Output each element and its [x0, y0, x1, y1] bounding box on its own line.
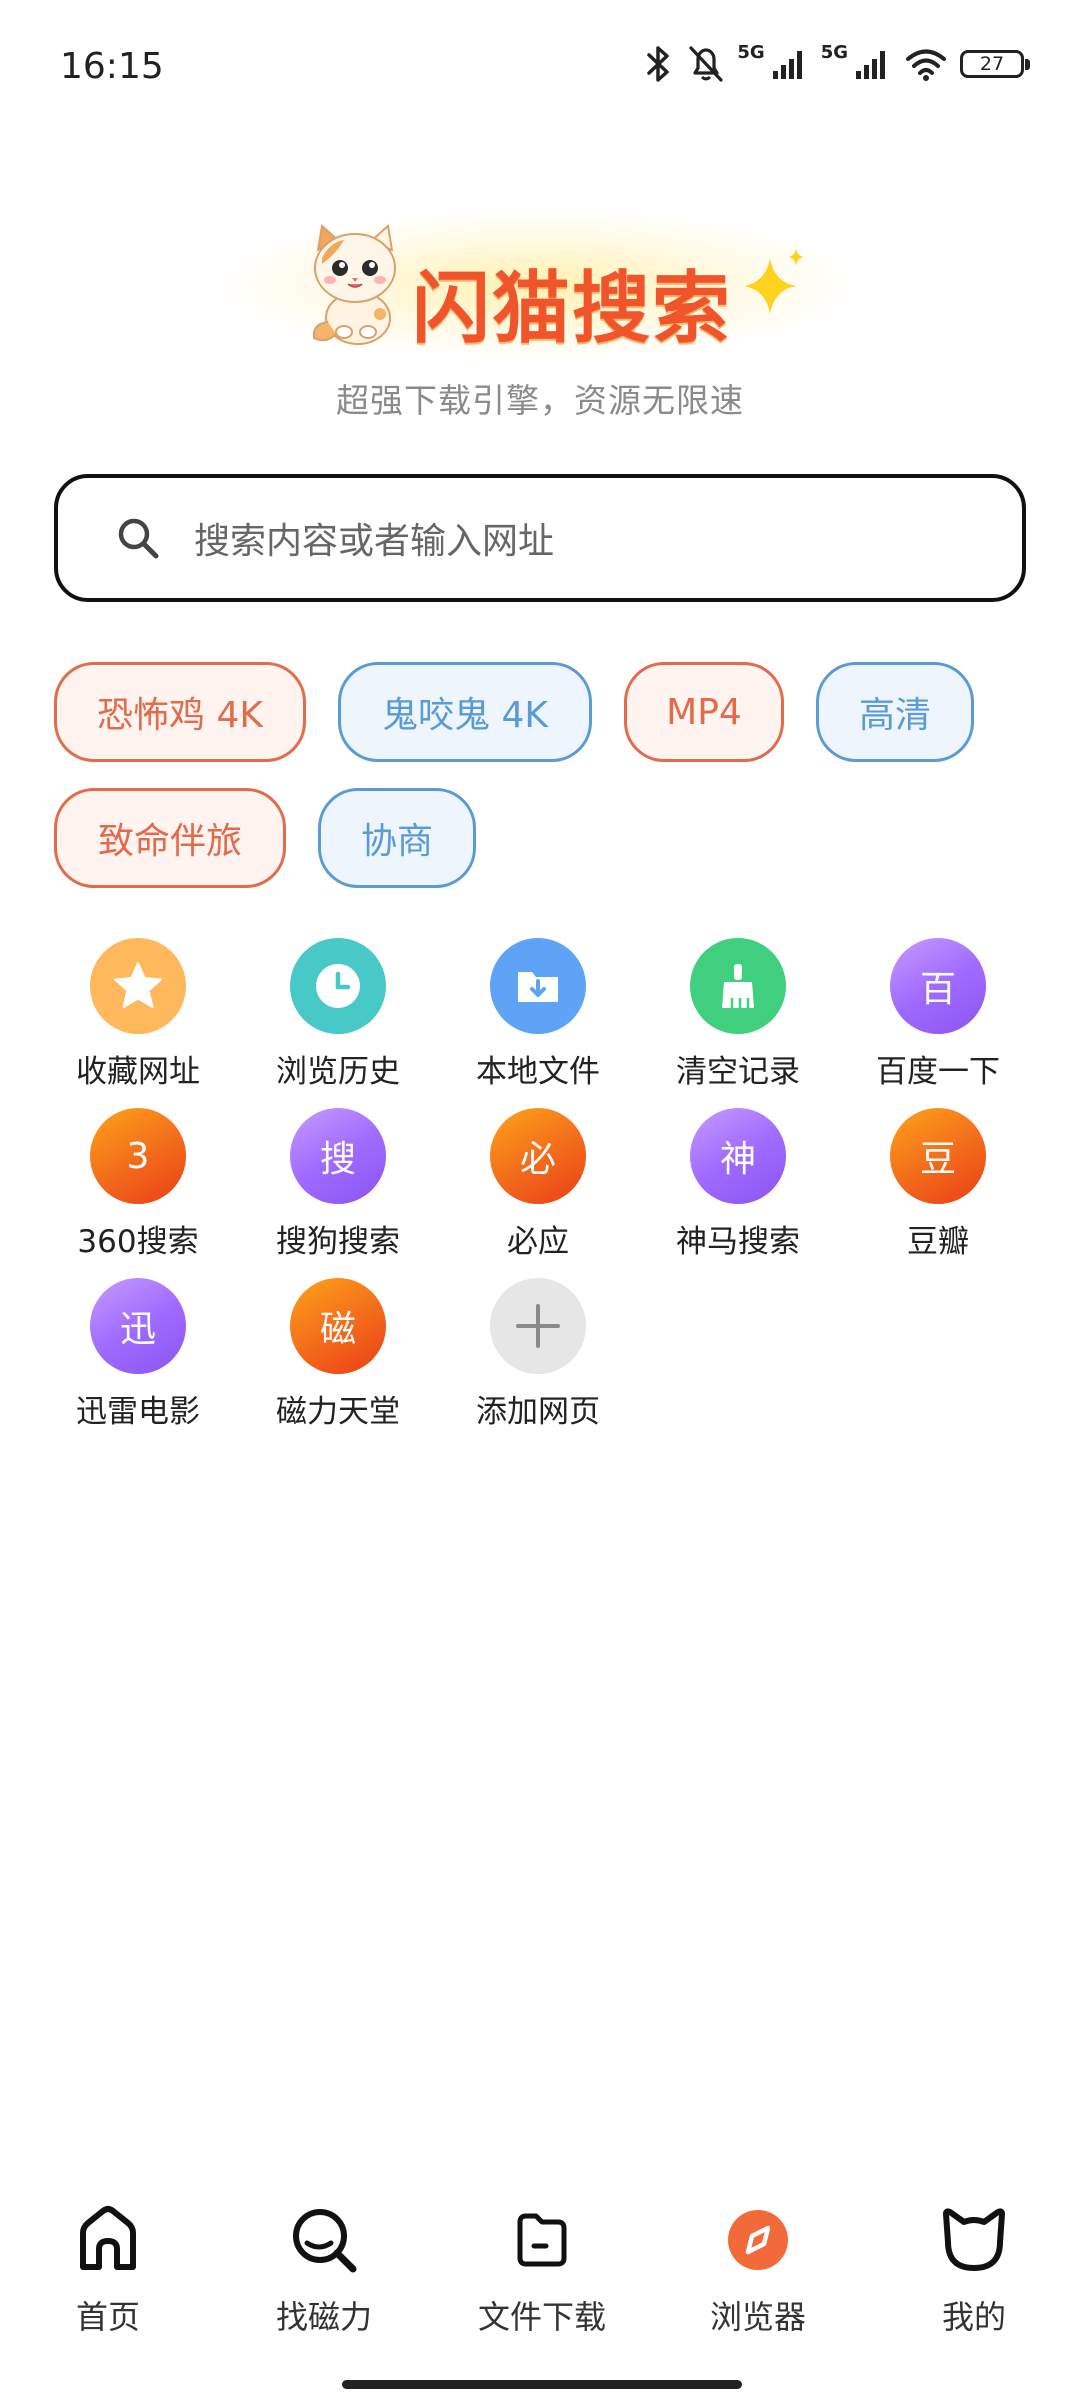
logo-title: 闪猫搜索 [412, 264, 733, 354]
shortcut-glyph: 3 [126, 1135, 150, 1177]
tag-label: MP4 [666, 691, 742, 733]
shortcut-label: 浏览历史 [276, 1054, 400, 1090]
nav-label: 找磁力 [275, 2298, 372, 2336]
app-logo: 闪猫搜索 [200, 200, 860, 370]
shortcut-glyph: 必 [519, 1139, 556, 1180]
shortcut-glyph: 迅 [119, 1309, 156, 1350]
nav-label: 浏览器 [709, 2298, 806, 2336]
sogou-icon: 搜 [290, 1108, 386, 1204]
shortcut-label: 豆瓣 [907, 1224, 969, 1260]
tag-item[interactable]: 致命伴旅 [54, 788, 286, 888]
shortcut-magnet-heaven[interactable]: 磁 磁力天堂 [238, 1278, 438, 1438]
shortcut-bing[interactable]: 必 必应 [438, 1108, 638, 1268]
search-icon [118, 518, 159, 559]
shortcut-glyph: 神 [719, 1139, 756, 1180]
shortcut-douban[interactable]: 豆 豆瓣 [838, 1108, 1038, 1268]
nav-mine[interactable]: 我的 [874, 2200, 1074, 2360]
plus-icon [490, 1278, 586, 1374]
shortcut-glyph: 搜 [319, 1139, 356, 1180]
shenma-icon: 神 [690, 1108, 786, 1204]
bottom-nav: 首页 找磁力 文件下载 浏览器 我的 [0, 2200, 1080, 2360]
tag-label: 鬼咬鬼 4K [382, 695, 548, 736]
shortcut-label: 收藏网址 [76, 1054, 200, 1090]
shortcut-label: 迅雷电影 [76, 1394, 200, 1430]
clock-icon [290, 938, 386, 1034]
tag-item[interactable]: MP4 [624, 662, 784, 762]
nav-label: 文件下载 [477, 2298, 606, 2336]
shortcut-sogou[interactable]: 搜 搜狗搜索 [238, 1108, 438, 1268]
magnet-search-icon [289, 2200, 359, 2280]
shortcut-label: 百度一下 [876, 1054, 1000, 1090]
shortcut-360[interactable]: 3 360搜索 [38, 1108, 238, 1268]
folder-download-icon [490, 938, 586, 1034]
shortcut-label: 必应 [507, 1224, 569, 1260]
tag-label: 高清 [858, 695, 931, 736]
bluetooth-icon [647, 46, 670, 82]
baidu-icon: 百 [890, 938, 986, 1034]
network-type-1: 5G [737, 41, 765, 63]
shortcut-shenma[interactable]: 神 神马搜索 [638, 1108, 838, 1268]
shortcut-local-files[interactable]: 本地文件 [438, 938, 638, 1098]
file-download-icon [512, 2200, 572, 2280]
home-icon [75, 2200, 141, 2280]
nav-magnet[interactable]: 找磁力 [224, 2200, 424, 2360]
nav-downloads[interactable]: 文件下载 [442, 2200, 642, 2360]
search-input[interactable]: 搜索内容或者输入网址 [194, 512, 554, 564]
star-icon [90, 938, 186, 1034]
sparkle-icon [744, 248, 804, 314]
tag-item[interactable]: 高清 [816, 662, 974, 762]
shortcut-label: 磁力天堂 [276, 1394, 400, 1430]
douban-icon: 豆 [890, 1108, 986, 1204]
shortcut-add-page[interactable]: 添加网页 [438, 1278, 638, 1438]
nav-home[interactable]: 首页 [8, 2200, 208, 2360]
wifi-icon [906, 49, 946, 81]
shortcut-baidu[interactable]: 百 百度一下 [838, 938, 1038, 1098]
shortcut-xunlei[interactable]: 迅 迅雷电影 [38, 1278, 238, 1438]
tag-label: 恐怖鸡 4K [97, 695, 263, 736]
shortcut-history[interactable]: 浏览历史 [238, 938, 438, 1098]
shortcut-label: 本地文件 [476, 1054, 600, 1090]
360-search-icon: 3 [90, 1108, 186, 1204]
tag-item[interactable]: 协商 [318, 788, 476, 888]
search-bar[interactable]: 搜索内容或者输入网址 [54, 474, 1026, 602]
shortcut-favorites[interactable]: 收藏网址 [38, 938, 238, 1098]
status-icons: 5G 5G 27 [643, 41, 1030, 84]
cat-profile-icon [938, 2200, 1010, 2280]
shortcut-label: 神马搜索 [676, 1224, 800, 1260]
shortcut-glyph: 磁 [319, 1309, 356, 1350]
shortcut-label: 搜狗搜索 [276, 1224, 400, 1260]
tag-item[interactable]: 鬼咬鬼 4K [338, 662, 592, 762]
signal-icon-1 [772, 51, 802, 79]
compass-icon [726, 2200, 790, 2280]
shortcut-label: 360搜索 [77, 1224, 199, 1260]
broom-icon [690, 938, 786, 1034]
status-bar: 16:15 5G 5G 27 [0, 0, 1080, 140]
magnet-heaven-icon: 磁 [290, 1278, 386, 1374]
shortcut-label: 添加网页 [476, 1394, 600, 1430]
battery-indicator: 27 [960, 50, 1030, 78]
status-time: 16:15 [60, 46, 164, 87]
signal-icon-2 [856, 51, 885, 79]
tag-item[interactable]: 恐怖鸡 4K [54, 662, 306, 762]
network-type-2: 5G [820, 41, 848, 63]
nav-browser[interactable]: 浏览器 [658, 2200, 858, 2360]
tag-label: 致命伴旅 [97, 821, 242, 862]
nav-label: 我的 [941, 2298, 1006, 2336]
tag-label: 协商 [360, 821, 433, 862]
xunlei-icon: 迅 [90, 1278, 186, 1374]
battery-level: 27 [979, 53, 1005, 75]
cat-mascot-icon [312, 224, 396, 345]
shortcut-glyph: 百 [919, 969, 956, 1010]
nav-label: 首页 [75, 2298, 140, 2336]
slogan: 超强下载引擎，资源无限速 [336, 381, 744, 420]
home-indicator[interactable] [342, 2380, 742, 2389]
shortcut-glyph: 豆 [919, 1139, 956, 1180]
bell-muted-icon [689, 46, 723, 82]
shortcut-clear-records[interactable]: 清空记录 [638, 938, 838, 1098]
bing-icon: 必 [490, 1108, 586, 1204]
shortcut-label: 清空记录 [676, 1054, 800, 1090]
